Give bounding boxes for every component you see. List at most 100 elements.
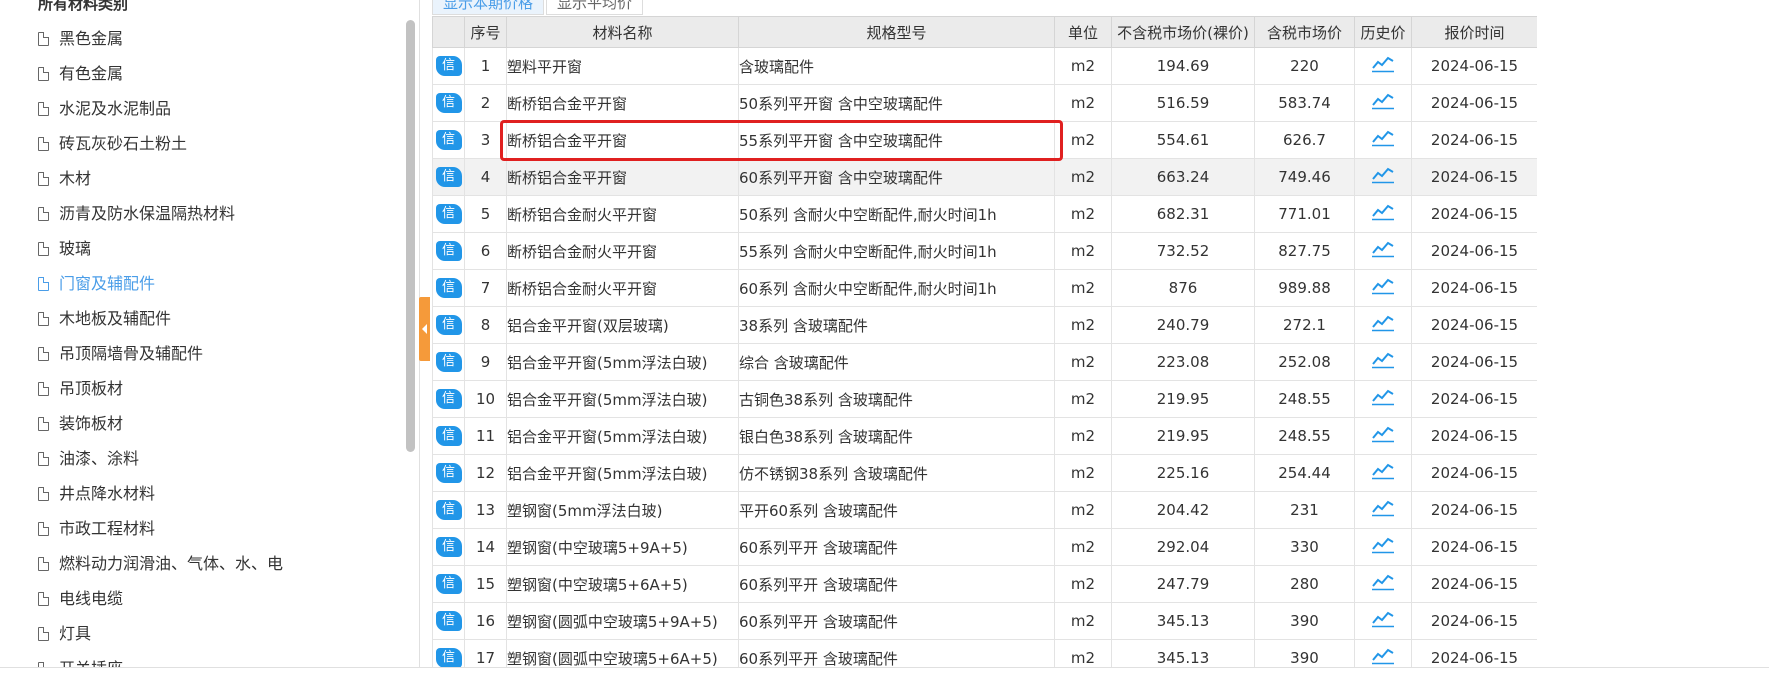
table-row[interactable]: 信 16 塑钢窗(圆弧中空玻璃5+9A+5) 60系列平开 含玻璃配件 m2 345.13… (432, 602, 1537, 640)
table-row[interactable]: 信 15 塑钢窗(中空玻璃5+6A+5) 60系列平开 含玻璃配件 m2 247.79 28… (432, 565, 1537, 603)
info-badge[interactable]: 信 (435, 56, 462, 76)
info-badge[interactable]: 信 (435, 204, 462, 224)
document-icon (38, 451, 50, 466)
badge-cell: 信 (432, 417, 465, 455)
history-chart-icon[interactable] (1371, 647, 1395, 667)
category-item[interactable]: 开关插座 (22, 651, 407, 667)
table-row[interactable]: 信 17 塑钢窗(圆弧中空玻璃5+6A+5) 60系列平开 含玻璃配件 m2 345.13… (432, 639, 1537, 667)
cell-spec: 仿不锈钢38系列 含玻璃配件 (738, 454, 1055, 492)
col-header-material-name[interactable]: 材料名称 (506, 16, 739, 48)
cell-unit: m2 (1054, 343, 1112, 381)
table-header-row: 序号 材料名称 规格型号 单位 不含税市场价(裸价) 含税市场价 历史价 报价时… (432, 16, 1537, 48)
history-chart-icon[interactable] (1371, 351, 1395, 373)
category-item[interactable]: 油漆、涂料 (22, 441, 407, 476)
category-scrollbar-thumb[interactable] (406, 20, 415, 452)
tab-current-price[interactable]: 显示本期价格 (432, 0, 545, 15)
category-item[interactable]: 吊顶板材 (22, 371, 407, 406)
info-badge[interactable]: 信 (435, 537, 462, 557)
col-header-unit[interactable]: 单位 (1054, 16, 1112, 48)
info-badge[interactable]: 信 (435, 574, 462, 594)
history-chart-icon[interactable] (1371, 166, 1395, 188)
history-chart-icon[interactable] (1371, 425, 1395, 447)
info-badge[interactable]: 信 (435, 315, 462, 335)
cell-price-in-tax: 749.46 (1254, 158, 1355, 196)
info-badge[interactable]: 信 (435, 241, 462, 261)
info-badge[interactable]: 信 (435, 463, 462, 483)
cell-history (1354, 602, 1412, 640)
cell-material-name: 铝合金平开窗(5mm浮法白玻) (506, 417, 739, 455)
info-badge[interactable]: 信 (435, 500, 462, 520)
history-chart-icon[interactable] (1371, 462, 1395, 484)
info-badge[interactable]: 信 (435, 426, 462, 446)
history-chart-icon[interactable] (1371, 536, 1395, 558)
category-item[interactable]: 装饰板材 (22, 406, 407, 441)
history-chart-icon[interactable] (1371, 55, 1395, 77)
col-header-price-ex-tax[interactable]: 不含税市场价(裸价) (1111, 16, 1255, 48)
table-row[interactable]: 信 11 铝合金平开窗(5mm浮法白玻) 银白色38系列 含玻璃配件 m2 219.95 2… (432, 417, 1537, 455)
info-badge[interactable]: 信 (435, 352, 462, 372)
table-row[interactable]: 信 8 铝合金平开窗(双层玻璃) 38系列 含玻璃配件 m2 240.79 272.1 202… (432, 306, 1537, 344)
cell-quote-date: 2024-06-15 (1411, 232, 1537, 270)
table-row[interactable]: 信 5 断桥铝合金耐火平开窗 50系列 含耐火中空断配件,耐火时间1h m2 682.31… (432, 195, 1537, 233)
history-chart-icon[interactable] (1371, 240, 1395, 262)
info-badge[interactable]: 信 (435, 93, 462, 113)
category-item[interactable]: 门窗及辅配件 (22, 266, 407, 301)
history-chart-icon[interactable] (1371, 314, 1395, 336)
col-header-quote-date[interactable]: 报价时间 (1411, 16, 1537, 48)
table-row[interactable]: 信 13 塑钢窗(5mm浮法白玻) 平开60系列 含玻璃配件 m2 204.42 231 20… (432, 491, 1537, 529)
history-chart-icon[interactable] (1371, 277, 1395, 299)
category-item[interactable]: 水泥及水泥制品 (22, 91, 407, 126)
table-row[interactable]: 信 9 铝合金平开窗(5mm浮法白玻) 综合 含玻璃配件 m2 223.08 252.08 2… (432, 343, 1537, 381)
info-badge[interactable]: 信 (435, 389, 462, 409)
cell-spec: 古铜色38系列 含玻璃配件 (738, 380, 1055, 418)
category-item[interactable]: 有色金属 (22, 56, 407, 91)
history-chart-icon[interactable] (1371, 388, 1395, 410)
info-badge[interactable]: 信 (435, 648, 462, 667)
table-row[interactable]: 信 14 塑钢窗(中空玻璃5+9A+5) 60系列平开 含玻璃配件 m2 292.04 33… (432, 528, 1537, 566)
table-row[interactable]: 信 4 断桥铝合金平开窗 60系列平开窗 含中空玻璃配件 m2 663.24 749.46 2… (432, 158, 1537, 196)
cell-quote-date: 2024-06-15 (1411, 343, 1537, 381)
tab-average-price[interactable]: 显示平均价 (546, 0, 644, 15)
category-scrollbar[interactable] (406, 8, 415, 453)
col-header-price-in-tax[interactable]: 含税市场价 (1254, 16, 1355, 48)
cell-price-in-tax: 220 (1254, 47, 1355, 85)
category-item[interactable]: 吊顶隔墙骨及辅配件 (22, 336, 407, 371)
history-chart-icon[interactable] (1371, 610, 1395, 632)
info-badge[interactable]: 信 (435, 167, 462, 187)
history-chart-icon[interactable] (1371, 203, 1395, 225)
document-icon (38, 381, 50, 396)
table-row[interactable]: 信 1 塑料平开窗 含玻璃配件 m2 194.69 220 2024-06-15 (432, 47, 1537, 85)
history-chart-icon[interactable] (1371, 573, 1395, 595)
history-chart-icon[interactable] (1371, 92, 1395, 114)
table-row[interactable]: 信 12 铝合金平开窗(5mm浮法白玻) 仿不锈钢38系列 含玻璃配件 m2 225.16… (432, 454, 1537, 492)
table-row[interactable]: 信 10 铝合金平开窗(5mm浮法白玻) 古铜色38系列 含玻璃配件 m2 219.95 2… (432, 380, 1537, 418)
category-item[interactable]: 木地板及辅配件 (22, 301, 407, 336)
cell-index: 13 (464, 491, 507, 529)
cell-material-name: 塑钢窗(中空玻璃5+6A+5) (506, 565, 739, 603)
info-badge[interactable]: 信 (435, 278, 462, 298)
category-item[interactable]: 砖瓦灰砂石土粉土 (22, 126, 407, 161)
collapse-panel-handle[interactable] (419, 297, 430, 361)
table-row[interactable]: 信 2 断桥铝合金平开窗 50系列平开窗 含中空玻璃配件 m2 516.59 583.74 2… (432, 84, 1537, 122)
table-row[interactable]: 信 3 断桥铝合金平开窗 55系列平开窗 含中空玻璃配件 m2 554.61 626.7 20… (432, 121, 1537, 159)
col-header-index[interactable]: 序号 (464, 16, 507, 48)
category-item[interactable]: 玻璃 (22, 231, 407, 266)
col-header-spec[interactable]: 规格型号 (738, 16, 1055, 48)
history-chart-icon[interactable] (1371, 499, 1395, 521)
cell-price-in-tax: 248.55 (1254, 380, 1355, 418)
category-item[interactable]: 灯具 (22, 616, 407, 651)
category-item[interactable]: 市政工程材料 (22, 511, 407, 546)
info-badge[interactable]: 信 (435, 611, 462, 631)
info-badge[interactable]: 信 (435, 130, 462, 150)
category-item[interactable]: 电线电缆 (22, 581, 407, 616)
category-item[interactable]: 井点降水材料 (22, 476, 407, 511)
table-row[interactable]: 信 6 断桥铝合金耐火平开窗 55系列 含耐火中空断配件,耐火时间1h m2 732.52… (432, 232, 1537, 270)
category-item[interactable]: 木材 (22, 161, 407, 196)
table-row[interactable]: 信 7 断桥铝合金耐火平开窗 60系列 含耐火中空断配件,耐火时间1h m2 876 989… (432, 269, 1537, 307)
category-item[interactable]: 黑色金属 (22, 21, 407, 56)
category-label: 玻璃 (59, 239, 92, 258)
history-chart-icon[interactable] (1371, 129, 1395, 151)
category-item[interactable]: 沥青及防水保温隔热材料 (22, 196, 407, 231)
col-header-history[interactable]: 历史价 (1354, 16, 1412, 48)
category-item[interactable]: 燃料动力润滑油、气体、水、电 (22, 546, 407, 581)
